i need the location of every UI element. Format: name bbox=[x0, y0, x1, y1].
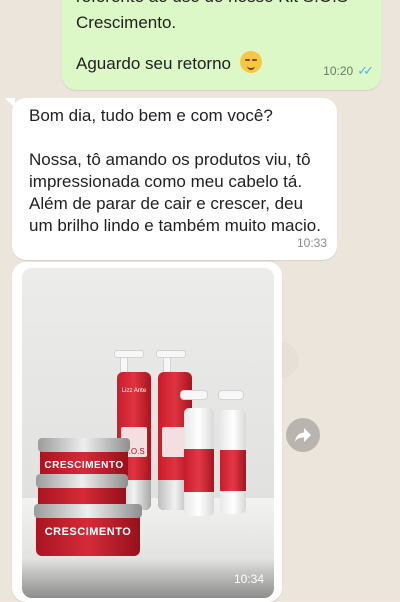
forward-icon bbox=[295, 428, 311, 442]
smiling-face-icon bbox=[239, 51, 262, 73]
spray-bottle bbox=[220, 410, 246, 514]
pump-head bbox=[114, 350, 144, 358]
mask-jar: CRESCIMENTO bbox=[34, 504, 142, 556]
jar-label: CRESCIMENTO bbox=[44, 526, 132, 538]
bubble-tail bbox=[5, 98, 15, 108]
spray-bottle bbox=[184, 408, 214, 516]
message-paragraph: Bom dia, tudo bem e com você? bbox=[29, 106, 273, 125]
message-text-line: Aguardo seu retorno bbox=[76, 51, 262, 75]
brand-label: Lizz Ante bbox=[121, 388, 147, 394]
message-meta: 10:20 ✓✓ bbox=[323, 60, 374, 82]
message-time: 10:33 bbox=[296, 236, 327, 250]
incoming-image-message[interactable]: Lizz Ante S.O.S CRESCIMENTO CRESCIMENTO bbox=[12, 262, 282, 602]
incoming-message[interactable]: Bom dia, tudo bem e com você? Nossa, tô … bbox=[5, 98, 337, 260]
forward-button[interactable] bbox=[286, 418, 320, 452]
message-text: Aguardo seu retorno bbox=[76, 54, 231, 73]
pump-head bbox=[156, 350, 186, 358]
message-text-line: Crescimento. bbox=[76, 13, 177, 32]
read-receipt-icon: ✓✓ bbox=[357, 63, 374, 78]
message-text-line: referente ao uso do nosso Kit S.O.S bbox=[76, 0, 348, 8]
spray-trigger bbox=[218, 390, 244, 400]
product-photo[interactable]: Lizz Ante S.O.S CRESCIMENTO CRESCIMENTO bbox=[22, 268, 274, 598]
spray-trigger bbox=[180, 390, 208, 400]
message-time: 10:34 bbox=[233, 572, 264, 586]
message-paragraph: Nossa, tô amando os produtos viu, tô imp… bbox=[29, 150, 321, 235]
message-time: 10:20 bbox=[323, 64, 354, 78]
outgoing-message[interactable]: referente ao uso do nosso Kit S.O.S Cres… bbox=[62, 0, 381, 90]
